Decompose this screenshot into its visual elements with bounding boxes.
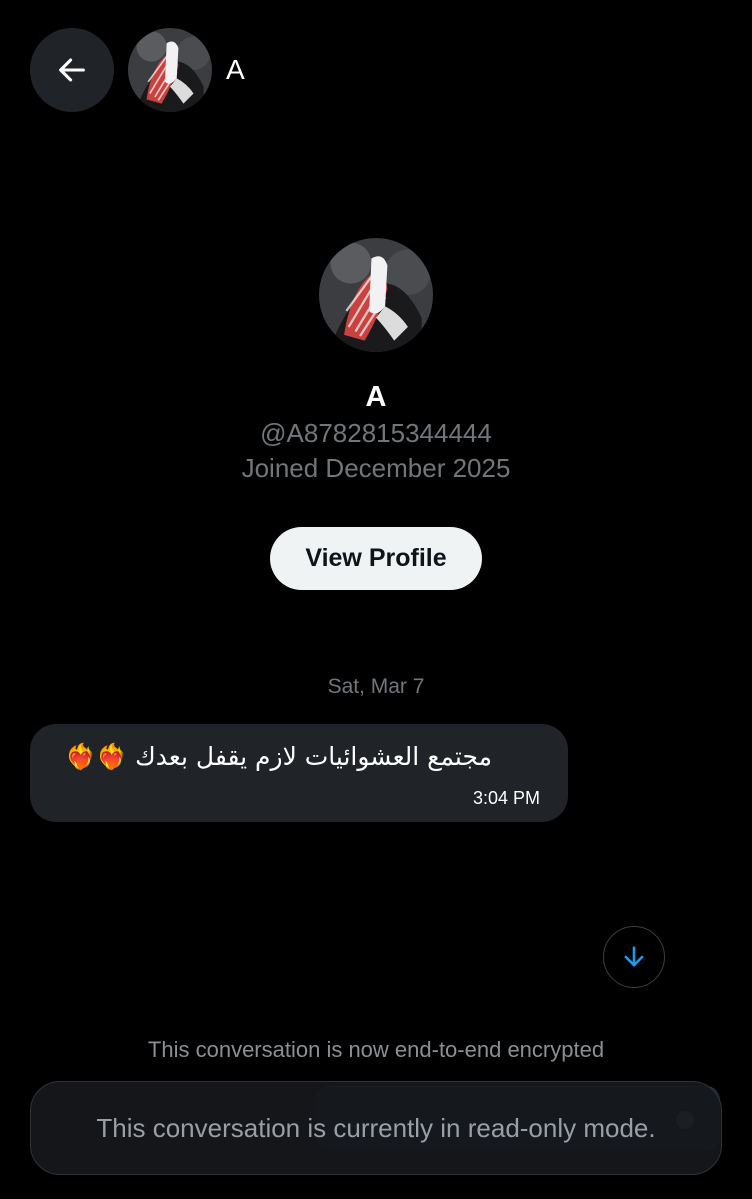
message-bubble[interactable]: مجتمع العشوائيات لازم يقفل بعدك ❤️‍🔥❤️‍🔥… (30, 724, 568, 822)
back-button[interactable] (30, 28, 114, 112)
profile-joined-date: Joined December 2025 (241, 453, 511, 483)
header-name[interactable]: A (226, 52, 245, 88)
profile-handle: @A8782815344444 (260, 418, 492, 448)
read-only-notice: This conversation is currently in read-o… (96, 1113, 656, 1143)
header-avatar[interactable] (128, 28, 212, 112)
date-separator: Sat, Mar 7 (327, 675, 425, 698)
arrow-left-icon (59, 58, 85, 82)
read-only-banner: This conversation is currently in read-o… (30, 1081, 722, 1175)
arrow-down-icon (624, 946, 644, 967)
encryption-notice: This conversation is now end-to-end encr… (147, 1037, 605, 1062)
message-text: مجتمع العشوائيات لازم يقفل بعدك ❤️‍🔥❤️‍🔥 (64, 742, 492, 771)
scroll-to-bottom-button[interactable] (603, 926, 665, 988)
view-profile-button[interactable]: View Profile (270, 527, 482, 590)
profile-name: A (365, 381, 387, 413)
profile-avatar[interactable] (319, 238, 433, 352)
message-timestamp: 3:04 PM (472, 788, 540, 808)
